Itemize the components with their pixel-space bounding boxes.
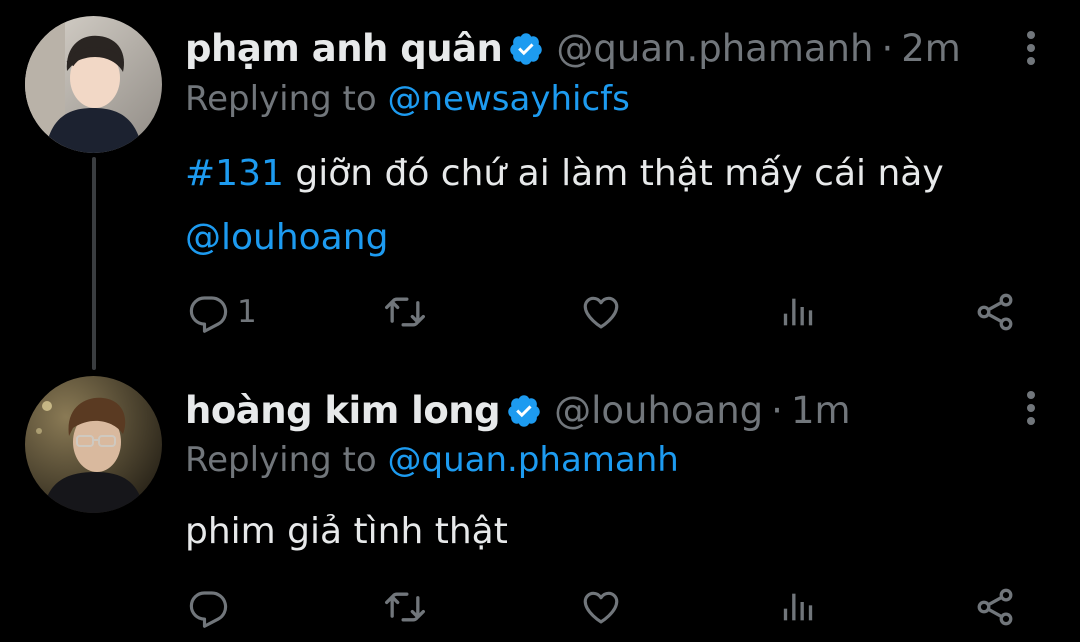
reply-count: 1 (237, 294, 257, 330)
more-vertical-icon[interactable] (1026, 391, 1036, 425)
verified-badge-icon (506, 393, 542, 429)
retweet-button[interactable] (383, 287, 427, 337)
timestamp[interactable]: 2m (901, 24, 961, 74)
share-icon (973, 290, 1017, 334)
retweet-icon (383, 585, 427, 629)
mention-link[interactable]: @louhoang (185, 217, 388, 258)
tweet-text: #131 giỡn đó chứ ai làm thật mấy cái này… (185, 142, 1005, 270)
reply-button[interactable]: 1 (187, 287, 257, 337)
user-handle[interactable]: @louhoang (554, 386, 763, 436)
share-button[interactable] (973, 582, 1017, 632)
tweet[interactable]: hoàng kim long @louhoang · 1m Replying t… (0, 370, 1080, 642)
avatar[interactable] (25, 376, 162, 513)
replying-prefix: Replying to (185, 440, 377, 480)
retweet-button[interactable] (383, 582, 427, 632)
replying-to: Replying to @newsayhicfs (185, 76, 630, 122)
reply-button[interactable] (187, 582, 237, 632)
replying-to-link[interactable]: @quan.phamanh (388, 440, 679, 480)
action-bar: 1 (0, 287, 1080, 337)
avatar[interactable] (25, 16, 162, 153)
like-button[interactable] (580, 287, 622, 337)
tweet-header: hoàng kim long @louhoang · 1m (185, 386, 851, 436)
retweet-icon (383, 290, 427, 334)
views-button[interactable] (778, 287, 818, 337)
replying-prefix: Replying to (185, 79, 377, 119)
replying-to-link[interactable]: @newsayhicfs (388, 79, 630, 119)
reply-icon (187, 291, 229, 333)
hashtag-link[interactable]: #131 (185, 153, 284, 194)
tweet-text-content: giỡn đó chứ ai làm thật mấy cái này (295, 153, 944, 194)
timestamp[interactable]: 1m (791, 386, 851, 436)
action-bar (0, 582, 1080, 632)
separator: · (771, 389, 783, 432)
share-button[interactable] (973, 287, 1017, 337)
thread-line (92, 157, 96, 370)
separator: · (881, 27, 894, 70)
like-button[interactable] (580, 582, 622, 632)
display-name[interactable]: phạm anh quân (185, 24, 503, 74)
views-icon (778, 292, 818, 332)
more-vertical-icon[interactable] (1026, 31, 1036, 65)
verified-badge-icon (508, 31, 544, 67)
views-icon (778, 587, 818, 627)
replying-to: Replying to @quan.phamanh (185, 437, 679, 483)
display-name[interactable]: hoàng kim long (185, 386, 501, 436)
user-handle[interactable]: @quan.phamanh (556, 24, 873, 74)
tweet[interactable]: phạm anh quân @quan.phamanh · 2m Replyin… (0, 0, 1080, 370)
tweet-text: phim giả tình thật (185, 500, 1005, 564)
tweet-text-content: phim giả tình thật (185, 511, 508, 552)
tweet-header: phạm anh quân @quan.phamanh · 2m (185, 24, 961, 74)
views-button[interactable] (778, 582, 818, 632)
heart-icon (580, 586, 622, 628)
share-icon (973, 585, 1017, 629)
reply-icon (187, 586, 229, 628)
heart-icon (580, 291, 622, 333)
